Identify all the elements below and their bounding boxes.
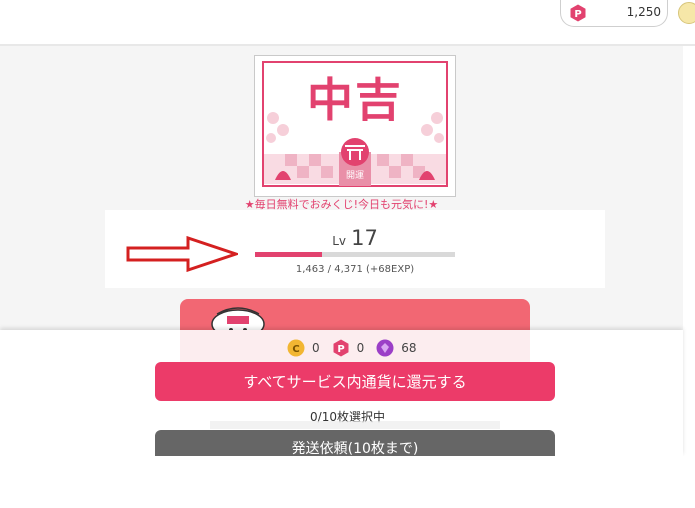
scrollbar[interactable] <box>683 46 695 336</box>
omikuji-result-card: 開運 中吉 <box>254 55 456 197</box>
ship-request-button[interactable]: 発送依頼(10枚まで) <box>155 430 555 456</box>
point-p-icon: P <box>333 339 349 357</box>
gem-icon <box>376 339 394 357</box>
coin-icon[interactable] <box>678 2 695 24</box>
coin-c-icon: C <box>287 339 305 357</box>
return-all-button[interactable]: すべてサービス内通貨に還元する <box>155 362 555 401</box>
top-bar: P 1,250 <box>0 0 695 46</box>
xp-progress-fill <box>255 252 322 257</box>
faded-note <box>210 421 500 429</box>
fortune-result: 中吉 <box>307 73 403 127</box>
svg-text:P: P <box>337 344 344 355</box>
points-value: 1,250 <box>626 5 661 19</box>
level-value: 17 <box>351 226 378 250</box>
page-bottom <box>0 456 695 508</box>
svg-text:P: P <box>574 9 581 20</box>
currency-summary: C 0 P 0 68 <box>287 338 429 358</box>
coin-c-value: 0 <box>312 341 320 355</box>
xp-progress-bar <box>255 252 455 257</box>
p-point-icon: P <box>570 4 586 22</box>
points-balance[interactable]: P 1,250 <box>560 0 668 27</box>
level-prefix: Lv <box>332 234 346 248</box>
red-arrow-annotation <box>126 236 238 272</box>
svg-text:C: C <box>292 344 299 355</box>
charm-text: 開運 <box>346 170 364 181</box>
gem-value: 68 <box>401 341 417 355</box>
point-p-value: 0 <box>356 341 365 355</box>
